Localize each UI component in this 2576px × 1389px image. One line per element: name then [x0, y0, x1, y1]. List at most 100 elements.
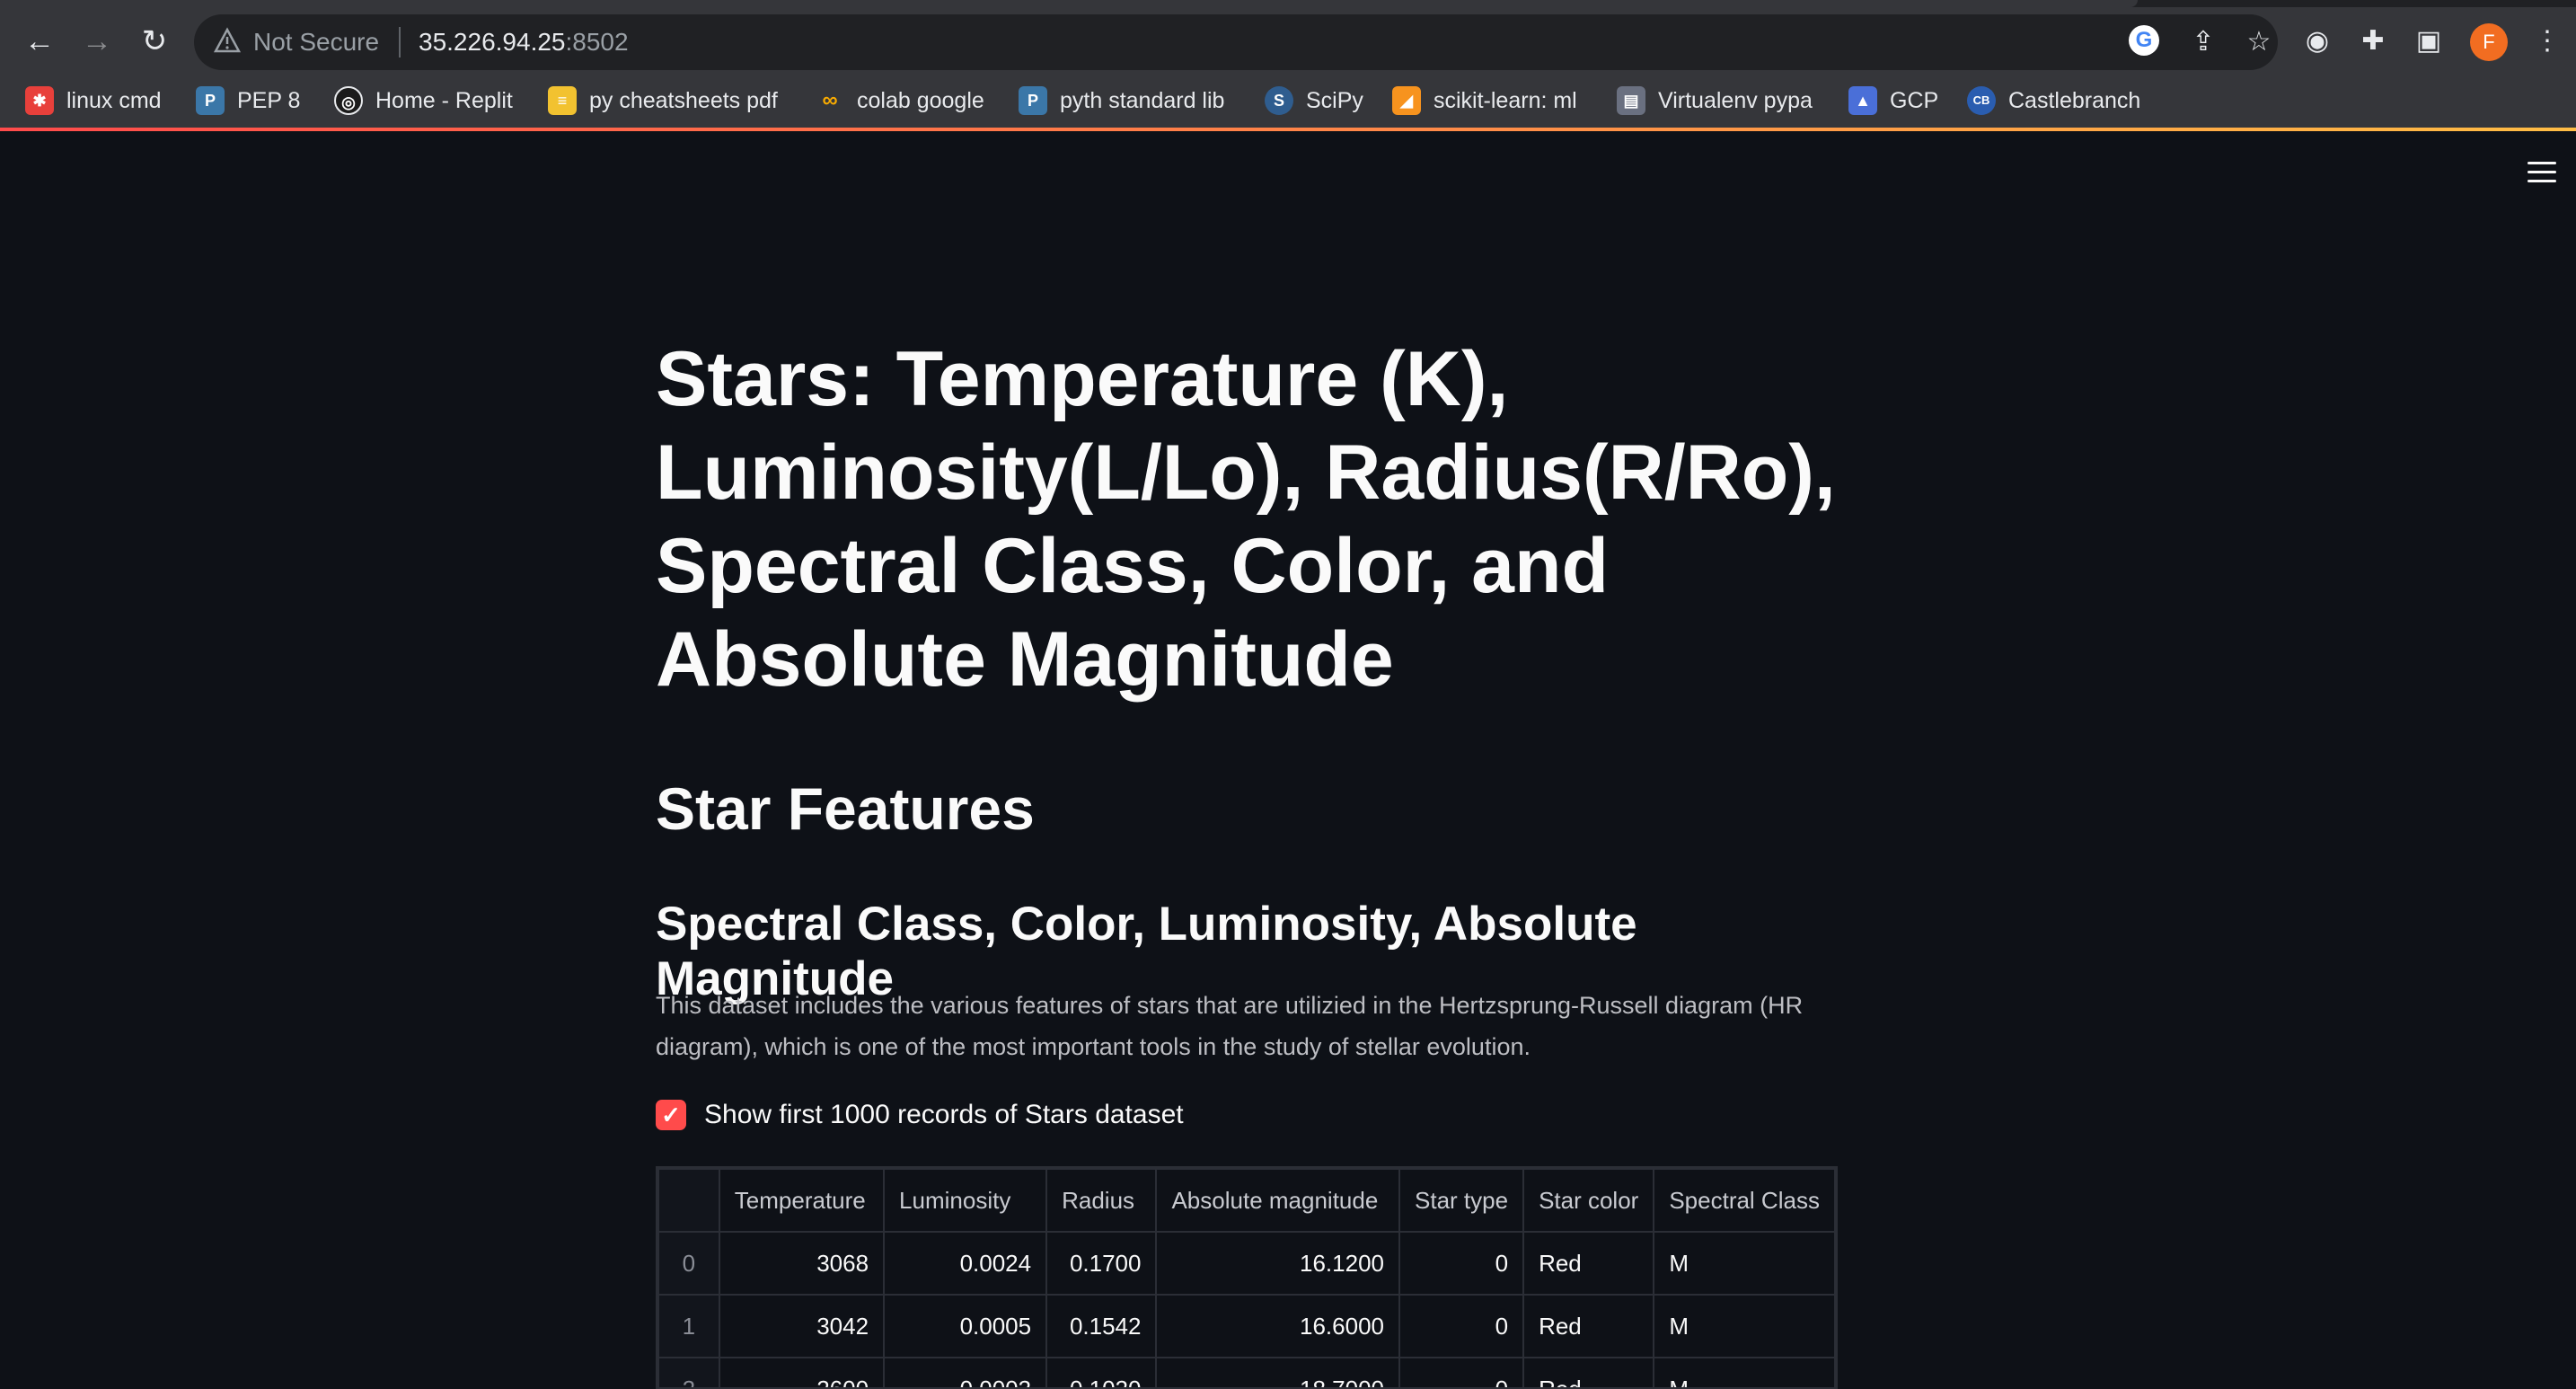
cell-absolute-magnitude[interactable]: 18.7000	[1155, 1357, 1400, 1387]
linux-favicon-icon: ✱	[25, 86, 54, 115]
bookmark-pep8[interactable]: P PEP 8	[196, 81, 300, 120]
cell-temperature[interactable]: 2600	[718, 1357, 886, 1387]
url-port: :8502	[565, 28, 629, 56]
kebab-menu-icon[interactable]: ⋮	[2529, 23, 2565, 59]
security-status[interactable]: Not Secure	[253, 28, 379, 57]
bookmark-scikit-learn[interactable]: ◢ scikit-learn: ml	[1392, 81, 1577, 120]
table-row: 2 2600 0.0003 0.1020 18.7000 0 Red M	[657, 1357, 1836, 1387]
cell-luminosity[interactable]: 0.0003	[883, 1357, 1048, 1387]
column-header[interactable]: Spectral Class	[1653, 1168, 1836, 1233]
checkbox-label: Show first 1000 records of Stars dataset	[704, 1100, 1184, 1129]
bookmark-label: pyth standard lib	[1060, 87, 1225, 113]
cell-star-color[interactable]: Red	[1522, 1357, 1655, 1387]
data-table: Temperature Luminosity Radius Absolute m…	[657, 1168, 1836, 1387]
cell-absolute-magnitude[interactable]: 16.1200	[1155, 1231, 1400, 1296]
graduation-cap-icon: ▲	[1848, 86, 1877, 115]
cell-star-color[interactable]: Red	[1522, 1231, 1655, 1296]
bookmark-virtualenv[interactable]: ▤ Virtualenv pypa	[1617, 81, 1813, 120]
side-panel-icon[interactable]: ▣	[2411, 23, 2447, 59]
cell-star-color[interactable]: Red	[1522, 1294, 1655, 1358]
reload-button[interactable]: ↻	[131, 18, 178, 65]
bookmark-gcp[interactable]: ▲ GCP	[1848, 81, 1938, 120]
bookmark-star-icon[interactable]: ☆	[2242, 25, 2276, 59]
column-header[interactable]: Star type	[1398, 1168, 1525, 1233]
pdf-favicon-icon: ≡	[548, 86, 577, 115]
column-header[interactable]: Luminosity	[883, 1168, 1048, 1233]
row-index: 2	[657, 1357, 720, 1387]
bookmark-scipy[interactable]: S SciPy	[1265, 81, 1363, 120]
cell-star-type[interactable]: 0	[1398, 1231, 1525, 1296]
back-button[interactable]: ←	[16, 18, 63, 65]
bookmark-python-stdlib[interactable]: Ppyth standard lib	[1019, 81, 1224, 120]
bookmark-linux-cmd[interactable]: ✱ linux cmd	[25, 81, 162, 120]
bookmark-label: Home - Replit	[375, 87, 513, 113]
omnibox-divider	[399, 27, 401, 58]
index-header	[657, 1168, 720, 1233]
address-bar[interactable]: Not Secure 35.226.94.25:8502 G ⇪ ☆	[194, 14, 2278, 70]
bookmark-label: PEP 8	[237, 87, 301, 113]
tab-strip	[0, 0, 2576, 7]
cell-radius[interactable]: 0.1700	[1045, 1231, 1158, 1296]
bookmark-label: Castlebranch	[2008, 87, 2141, 113]
cell-temperature[interactable]: 3042	[718, 1294, 886, 1358]
bookmark-py-cheatsheets[interactable]: ≡ py cheatsheets pdf	[548, 81, 778, 120]
bookmark-label: linux cmd	[66, 87, 162, 113]
cell-luminosity[interactable]: 0.0024	[883, 1231, 1048, 1296]
scipy-favicon-icon: S	[1265, 86, 1293, 115]
streamlit-app: Stars: Temperature (K), Luminosity(L/Lo)…	[0, 131, 2576, 1389]
table-row: 1 3042 0.0005 0.1542 16.6000 0 Red M	[657, 1294, 1836, 1358]
browser-toolbar: ← → ↻ Not Secure 35.226.94.25:8502 G ⇪ ☆…	[0, 7, 2576, 75]
column-header[interactable]: Temperature	[718, 1168, 886, 1233]
cell-star-type[interactable]: 0	[1398, 1357, 1525, 1387]
column-header[interactable]: Radius	[1045, 1168, 1158, 1233]
share-icon[interactable]: ⇪	[2186, 25, 2220, 59]
cell-spectral-class[interactable]: M	[1653, 1294, 1836, 1358]
replit-favicon-icon: ◎	[334, 86, 363, 115]
bookmark-label: colab google	[857, 87, 984, 113]
table-row: 0 3068 0.0024 0.1700 16.1200 0 Red M	[657, 1231, 1836, 1296]
extension-record-icon[interactable]: ◉	[2299, 23, 2335, 59]
bookmark-label: SciPy	[1306, 87, 1363, 113]
profile-avatar[interactable]: F	[2470, 23, 2508, 61]
bookmark-label: scikit-learn: ml	[1434, 87, 1577, 113]
page-title: Stars: Temperature (K), Luminosity(L/Lo)…	[656, 336, 1836, 703]
browser-chrome: ← → ↻ Not Secure 35.226.94.25:8502 G ⇪ ☆…	[0, 0, 2576, 131]
bookmark-colab[interactable]: ∞ colab google	[816, 81, 984, 120]
bookmark-label: GCP	[1890, 87, 1939, 113]
row-index: 0	[657, 1231, 720, 1296]
warning-icon[interactable]	[214, 27, 241, 54]
column-header[interactable]: Star color	[1522, 1168, 1655, 1233]
cell-radius[interactable]: 0.1020	[1045, 1357, 1158, 1387]
column-header[interactable]: Absolute magnitude	[1155, 1168, 1400, 1233]
python-favicon-icon: P	[1019, 86, 1047, 115]
cell-temperature[interactable]: 3068	[718, 1231, 886, 1296]
cell-luminosity[interactable]: 0.0005	[883, 1294, 1048, 1358]
url-host: 35.226.94.25	[419, 28, 566, 56]
google-lens-icon[interactable]: G	[2129, 25, 2163, 59]
table-header-row: Temperature Luminosity Radius Absolute m…	[657, 1168, 1836, 1233]
cell-absolute-magnitude[interactable]: 16.6000	[1155, 1294, 1400, 1358]
section-header: Star Features	[656, 775, 1035, 842]
colab-favicon-icon: ∞	[822, 88, 838, 112]
python-favicon-icon: P	[196, 86, 225, 115]
cell-radius[interactable]: 0.1542	[1045, 1294, 1158, 1358]
castlebranch-favicon-icon: CB	[1967, 86, 1996, 115]
bookmark-replit[interactable]: ◎ Home - Replit	[334, 81, 513, 120]
url-text[interactable]: 35.226.94.25:8502	[419, 28, 629, 57]
puzzle-extensions-icon[interactable]: ✚	[2355, 23, 2391, 59]
bookmark-castlebranch[interactable]: CB Castlebranch	[1967, 81, 2140, 120]
forward-button[interactable]: →	[74, 18, 120, 65]
row-index: 1	[657, 1294, 720, 1358]
hamburger-menu-icon[interactable]	[2527, 162, 2556, 185]
show-records-checkbox[interactable]: ✓ Show first 1000 records of Stars datas…	[656, 1094, 1184, 1136]
stars-dataframe[interactable]: Temperature Luminosity Radius Absolute m…	[656, 1166, 1838, 1389]
cell-spectral-class[interactable]: M	[1653, 1357, 1836, 1387]
sklearn-favicon-icon: ◢	[1392, 86, 1421, 115]
cell-spectral-class[interactable]: M	[1653, 1231, 1836, 1296]
cell-star-type[interactable]: 0	[1398, 1294, 1525, 1358]
dataset-description: This dataset includes the various featur…	[656, 992, 1804, 1060]
bookmarks-bar: ✱ linux cmd P PEP 8 ◎ Home - Replit ≡ py che…	[0, 75, 2576, 126]
active-tab[interactable]	[0, 0, 2138, 7]
checkmark-icon[interactable]: ✓	[656, 1100, 686, 1130]
bookmark-label: Virtualenv pypa	[1658, 87, 1813, 113]
